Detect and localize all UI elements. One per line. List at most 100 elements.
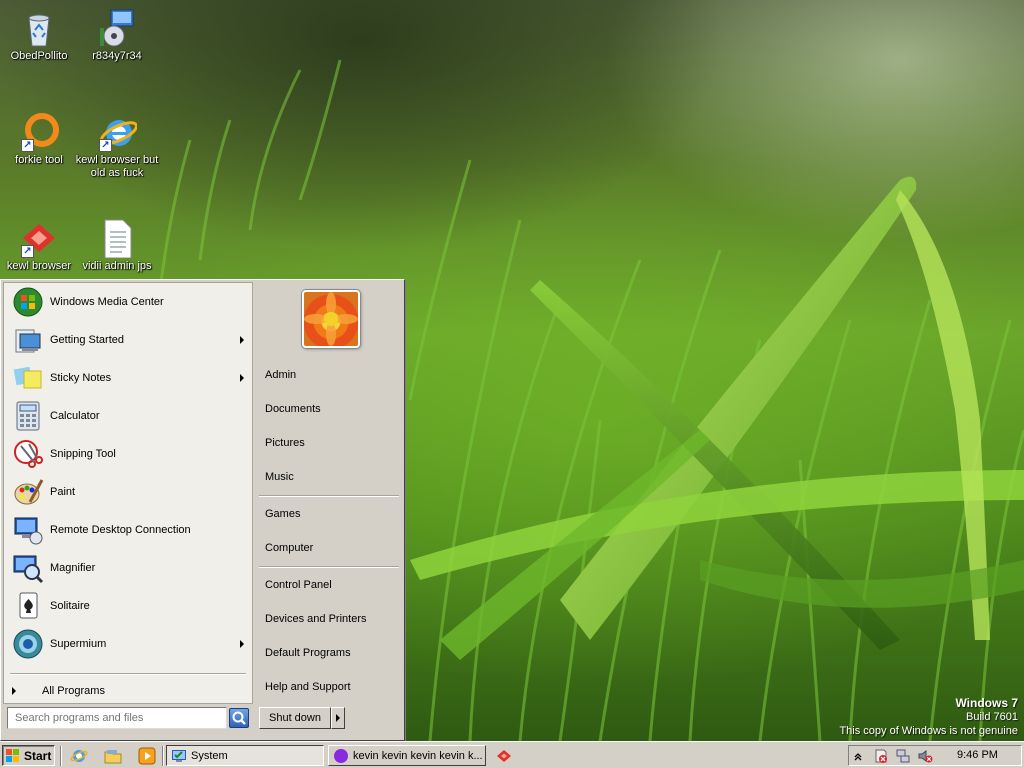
watermark-os: Windows 7	[955, 696, 1018, 710]
desktop-icon-label: vidii admin jps	[82, 260, 152, 272]
supermium-icon	[12, 628, 44, 660]
sticky-notes-icon	[12, 362, 44, 394]
program-label: Supermium	[50, 638, 107, 650]
flower-icon	[304, 292, 358, 346]
desktop-icon-label: ObedPollito	[10, 50, 68, 62]
taskbar-button-kevin[interactable]: kevin kevin kevin kevin k...	[328, 745, 486, 766]
volume-muted-icon[interactable]	[917, 748, 933, 764]
search-input[interactable]	[7, 707, 227, 729]
media-center-icon	[12, 286, 44, 318]
program-sticky-notes[interactable]: Sticky Notes	[4, 359, 252, 397]
place-help-and-support[interactable]: Help and Support	[265, 676, 395, 698]
taskbar-divider	[162, 746, 164, 766]
desktop-icon-document[interactable]: vidii admin jps	[75, 218, 159, 273]
quicklaunch-media-player-icon[interactable]	[138, 747, 156, 765]
program-remote-desktop[interactable]: Remote Desktop Connection	[4, 511, 252, 549]
shortcut-arrow-icon: ↗	[21, 139, 34, 152]
red-browser-icon	[496, 748, 512, 764]
pinned-programs-pane: Windows Media Center Getting Started Sti	[3, 282, 253, 704]
place-music[interactable]: Music	[265, 466, 395, 488]
all-programs-button[interactable]: All Programs	[12, 681, 246, 701]
snipping-tool-icon	[12, 438, 44, 470]
submenu-arrow-icon	[240, 336, 244, 344]
taskbar-divider	[60, 746, 62, 766]
search-button[interactable]	[229, 708, 249, 728]
desktop-icon-installer[interactable]: r834y7r34	[75, 8, 159, 63]
start-button[interactable]: Start	[2, 745, 55, 766]
program-windows-media-center[interactable]: Windows Media Center	[4, 283, 252, 321]
desktop-icon-label: kewl browser but old as fuck	[75, 154, 159, 179]
place-computer[interactable]: Computer	[265, 537, 395, 559]
taskbar-button-kewl-browser[interactable]	[490, 745, 518, 766]
program-paint[interactable]: Paint	[4, 473, 252, 511]
desktop-icon-label: kewl browser	[6, 260, 72, 272]
program-label: Windows Media Center	[50, 296, 164, 308]
notification-area: 9:46 PM	[848, 745, 1022, 766]
paint-icon	[12, 476, 44, 508]
purple-circle-icon	[333, 748, 349, 764]
quicklaunch-internet-explorer-icon[interactable]	[70, 747, 88, 765]
desktop-icon-forkie-tool[interactable]: ↗ forkie tool	[0, 112, 81, 167]
internet-explorer-icon: ↗	[97, 112, 138, 152]
clock[interactable]: 9:46 PM	[957, 746, 998, 765]
taskbar-button-system[interactable]: System	[166, 745, 324, 766]
place-devices-and-printers[interactable]: Devices and Printers	[265, 608, 395, 630]
shortcut-arrow-icon: ↗	[99, 139, 112, 152]
show-hidden-icons-icon[interactable]	[853, 748, 863, 764]
desktop-icon-label: forkie tool	[15, 154, 63, 166]
search-icon	[232, 711, 246, 725]
calculator-icon	[12, 400, 44, 432]
desktop-icon-kewl-browser[interactable]: ↗ kewl browser	[0, 218, 81, 273]
desktop-icon-label: r834y7r34	[92, 50, 142, 62]
document-icon	[97, 218, 137, 259]
place-admin[interactable]: Admin	[265, 364, 395, 386]
program-solitaire[interactable]: Solitaire	[4, 587, 252, 625]
program-supermium[interactable]: Supermium	[4, 625, 252, 663]
user-picture[interactable]	[302, 290, 360, 348]
start-label: Start	[24, 748, 52, 763]
red-browser-icon: ↗	[19, 218, 59, 258]
shutdown-button[interactable]: Shut down	[259, 707, 331, 729]
watermark-build: Build 7601	[966, 711, 1018, 723]
all-programs-divider	[10, 673, 246, 675]
program-label: Solitaire	[50, 600, 90, 612]
place-control-panel[interactable]: Control Panel	[265, 574, 395, 596]
task-label: kevin kevin kevin kevin k...	[353, 749, 483, 762]
program-magnifier[interactable]: Magnifier	[4, 549, 252, 587]
action-center-warning-icon[interactable]	[873, 748, 889, 764]
network-icon[interactable]	[895, 748, 911, 764]
program-getting-started[interactable]: Getting Started	[4, 321, 252, 359]
place-pictures[interactable]: Pictures	[265, 432, 395, 454]
solitaire-icon	[12, 590, 44, 622]
quicklaunch-explorer-folder-icon[interactable]	[104, 747, 122, 765]
taskbar: Start System kevin kevin kevin kevin k..…	[0, 741, 1024, 768]
desktop-icon-recycle-bin[interactable]: ObedPollito	[0, 8, 81, 63]
remote-desktop-icon	[12, 514, 44, 546]
start-menu: Windows Media Center Getting Started Sti	[0, 279, 405, 741]
program-label: Remote Desktop Connection	[50, 524, 191, 536]
program-label: Getting Started	[50, 334, 124, 346]
shortcut-arrow-icon: ↗	[21, 245, 34, 258]
submenu-arrow-icon	[240, 640, 244, 648]
task-label: System	[191, 749, 228, 762]
program-label: Paint	[50, 486, 76, 498]
place-documents[interactable]: Documents	[265, 398, 395, 420]
recycle-bin-icon	[19, 8, 59, 48]
shutdown-options-button[interactable]	[331, 707, 345, 729]
desktop-icon-old-browser[interactable]: ↗ kewl browser but old as fuck	[75, 112, 159, 180]
watermark-genuine-notice: This copy of Windows is not genuine	[839, 725, 1018, 737]
magnifier-icon	[12, 552, 44, 584]
place-default-programs[interactable]: Default Programs	[265, 642, 395, 664]
program-label: Magnifier	[50, 562, 96, 574]
orange-ring-icon: ↗	[19, 112, 59, 152]
program-label: Sticky Notes	[50, 372, 112, 384]
place-games[interactable]: Games	[265, 503, 395, 525]
all-programs-label: All Programs	[42, 685, 105, 697]
places-divider	[259, 566, 399, 568]
places-divider	[259, 495, 399, 497]
program-label: Calculator	[50, 410, 100, 422]
program-snipping-tool[interactable]: Snipping Tool	[4, 435, 252, 473]
submenu-arrow-icon	[240, 374, 244, 382]
program-calculator[interactable]: Calculator	[4, 397, 252, 435]
system-icon	[171, 748, 187, 764]
